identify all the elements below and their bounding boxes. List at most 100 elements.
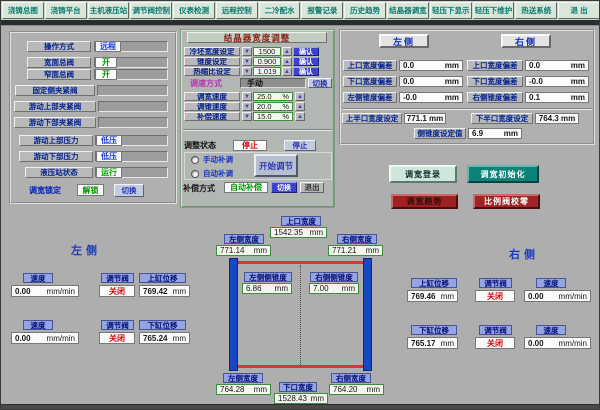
deviation-value: 0.0mm	[399, 60, 463, 71]
deviation-value: -0.0mm	[399, 92, 463, 103]
width-init-button[interactable]: 调宽初始化	[467, 165, 539, 183]
status-value: 运行	[96, 167, 122, 178]
pos-number: 765.17	[411, 339, 435, 348]
menu-item-hot-delivery[interactable]: 热送系统	[515, 2, 557, 19]
menu-item-casting-overview[interactable]: 浇铸总图	[2, 2, 44, 19]
width-adjust-panel-title: 结晶器宽度调整	[187, 32, 327, 43]
deviation-value: 0.1mm	[525, 92, 589, 103]
comp-mode-toggle-button[interactable]: 切换	[271, 182, 297, 193]
speed-value-field[interactable]: 25.0%	[253, 92, 293, 101]
speed-number: 0.00	[15, 334, 31, 343]
status-row-label: 游动下部夹紧阀	[14, 117, 96, 128]
valve-label: 调节阀	[479, 325, 512, 335]
increase-button[interactable]: ▲	[282, 47, 292, 56]
deviation-row-label: 下口宽度偏差	[467, 76, 523, 87]
decrease-button[interactable]: ▼	[242, 57, 252, 66]
upper-width-set-value: 771.1 mm	[404, 113, 446, 124]
width-lock-state: 解锁	[77, 184, 104, 196]
setting-value-field[interactable]: 1.019	[253, 67, 281, 76]
speed-label: 速度	[536, 325, 566, 335]
speed-value-field[interactable]: 20.0%	[253, 102, 293, 111]
menu-item-alarm-record[interactable]: 报警记录	[301, 2, 343, 19]
mold-unit: mm	[310, 228, 323, 237]
menu-item-exit[interactable]: 退 出	[558, 2, 600, 19]
setting-value-field[interactable]: 1500	[253, 47, 281, 56]
increase-icon: ▲	[284, 49, 290, 55]
increase-button[interactable]: ▲	[295, 112, 305, 121]
status-row-label: 操作方式	[27, 41, 91, 52]
top-right-width-value: 771.21mm	[328, 245, 383, 256]
decrease-button[interactable]: ▼	[242, 67, 252, 76]
pos-number: 769.46	[411, 292, 435, 301]
deviation-unit: mm	[445, 61, 459, 70]
width-login-button[interactable]: 调宽登录	[389, 165, 457, 183]
increase-button[interactable]: ▲	[282, 67, 292, 76]
decrease-button[interactable]: ▼	[242, 47, 252, 56]
decrease-button[interactable]: ▼	[242, 112, 252, 121]
decrease-button[interactable]: ▼	[242, 102, 252, 111]
confirm-button[interactable]: 确认	[293, 57, 319, 66]
speed-mode-toggle-button[interactable]: 切换	[308, 78, 332, 88]
top-left-width-value: 771.14mm	[216, 245, 271, 256]
setting-value-field[interactable]: 0.900	[253, 57, 281, 66]
speed-number: 0.00	[15, 287, 31, 296]
menu-item-valve-control[interactable]: 调节阀控制	[130, 2, 172, 19]
speed-value-field[interactable]: 15.0%	[253, 112, 293, 121]
deviation-number: 0.0	[403, 77, 414, 86]
speed-row-label: 补偿速度	[184, 112, 240, 121]
auto-comp-radio[interactable]	[191, 170, 199, 178]
panel-divider	[342, 108, 592, 110]
deviation-value: 0.0mm	[525, 60, 589, 71]
deviation-row-label: 上口宽度偏差	[467, 60, 523, 71]
menu-item-instrument[interactable]: 仪表检测	[173, 2, 215, 19]
speed-unit: mm/min	[47, 287, 75, 296]
adjust-state-label: 调整状态	[184, 140, 216, 151]
comp-mode-exit-button[interactable]: 退出	[300, 182, 324, 193]
deviation-unit: mm	[571, 77, 585, 86]
speed-readout: 0.00mm/min	[524, 290, 591, 302]
speed-row-label: 调宽速度	[184, 92, 240, 101]
deviation-value: 0.0mm	[399, 76, 463, 87]
deviation-row-label: 右侧锥度偏差	[467, 92, 523, 103]
mold-narrow-face-left	[229, 258, 238, 371]
deviation-unit: mm	[571, 61, 585, 70]
menu-item-history-trend[interactable]: 历史趋势	[344, 2, 386, 19]
pos-unit: mm	[173, 334, 186, 343]
menu-item-mold-width[interactable]: 结晶器调宽	[387, 2, 429, 19]
valve-state: 关闭	[99, 285, 135, 297]
width-lock-label: 调宽锁定	[29, 184, 61, 196]
menu-item-softreduction-display[interactable]: 轻压下显示	[430, 2, 472, 19]
confirm-button[interactable]: 确认	[293, 67, 319, 76]
increase-button[interactable]: ▲	[295, 92, 305, 101]
status-row-well	[98, 117, 168, 128]
width-trend-button[interactable]: 调宽趋势	[391, 194, 458, 209]
adjust-state-value: 停止	[233, 140, 267, 151]
menu-item-softreduction-maint[interactable]: 轻压下维护	[473, 2, 515, 19]
menu-item-remote-control[interactable]: 远程控制	[216, 2, 258, 19]
panel-divider	[183, 129, 332, 131]
status-row-well	[98, 101, 168, 112]
speed-value: 25.0	[257, 92, 272, 101]
manual-comp-radio[interactable]	[191, 156, 199, 164]
confirm-button[interactable]: 确认	[293, 47, 319, 56]
stop-button[interactable]: 停止	[284, 140, 316, 151]
mold-unit: mm	[311, 394, 324, 403]
lower-width-set-label: 下半口宽度设定	[471, 113, 533, 124]
deviation-unit: mm	[571, 93, 585, 102]
increase-button[interactable]: ▲	[295, 102, 305, 111]
top-left-width-label: 左侧宽度	[224, 234, 264, 244]
pos-unit: mm	[441, 339, 454, 348]
deviation-number: -0.0	[529, 77, 543, 86]
start-adjust-button[interactable]: 开始调节	[254, 154, 298, 177]
decrease-button[interactable]: ▼	[242, 92, 252, 101]
status-row-label: 固定侧夹紧阀	[15, 85, 95, 96]
status-row-label: 游动上部夹紧阀	[14, 101, 96, 112]
speed-value: 15.0	[257, 112, 272, 121]
width-lock-toggle-button[interactable]: 切换	[114, 184, 144, 197]
menu-item-hydraulic-station[interactable]: 主机液压站	[88, 2, 130, 19]
valve-zero-button[interactable]: 比例阀校零	[473, 194, 540, 209]
speed-unit: mm/min	[559, 292, 587, 301]
menu-item-casting-platform[interactable]: 浇铸平台	[45, 2, 87, 19]
increase-button[interactable]: ▲	[282, 57, 292, 66]
menu-item-secondary-cooling[interactable]: 二冷配水	[259, 2, 301, 19]
